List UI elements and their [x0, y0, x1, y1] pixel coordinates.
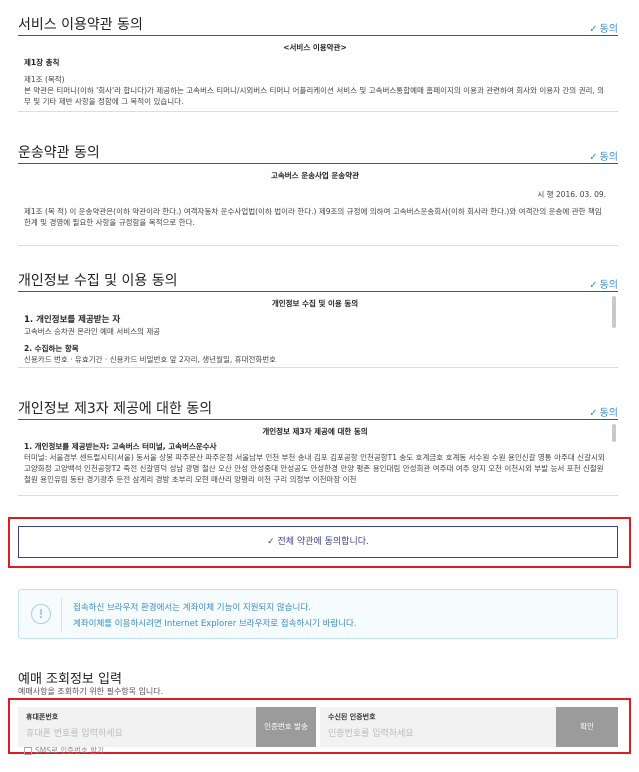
agree-label: 동의 — [599, 24, 618, 35]
code-field: 수신된 인증번호 — [320, 707, 556, 747]
code-input[interactable] — [328, 726, 538, 742]
check-icon: ✓ — [589, 152, 598, 163]
section-header: 개인정보 제3자 제공에 대한 동의 ✓ 동의 — [18, 398, 618, 420]
terms-scroll-box[interactable]: 고속버스 운송사업 운송약관 시 행 2016. 03. 09. 제1조 (목 … — [18, 164, 618, 246]
doc-title: 개인정보 수집 및 이용 동의 — [271, 299, 359, 308]
browser-notice: ! 접속하신 브라우저 환경에서는 계좌이체 기능이 지원되지 않습니다. 계좌… — [18, 589, 618, 639]
item-heading: 2. 수집하는 항목 — [24, 344, 79, 353]
phone-field: 휴대폰번호 — [18, 707, 256, 747]
info-icon: ! — [31, 604, 51, 624]
privacy-collection-section: 개인정보 수집 및 이용 동의 ✓ 동의 개인정보 수집 및 이용 동의 1. 개… — [18, 270, 618, 368]
reservation-title: 예매 조회정보 입력 — [18, 672, 122, 687]
chapter-heading: 제1장 총칙 — [24, 58, 60, 67]
divider — [18, 367, 618, 368]
agree-checkbox[interactable]: ✓ 동의 — [589, 20, 618, 35]
terms-body: 제1조 (목 적) 이 운송약관은(이하 약관이라 한다.) 여객자동차 운수사… — [24, 207, 602, 227]
agree-checkbox[interactable]: ✓ 동의 — [589, 276, 618, 291]
terms-body: 터미널: 서울경부 센트럴시티(서울) 동서울 상봉 파주문산 파주운정 서울남… — [24, 453, 605, 484]
item-heading: 1. 개인정보를 제공받는 자 — [24, 315, 121, 325]
terms-scroll-box[interactable]: 개인정보 수집 및 이용 동의 1. 개인정보를 제공받는 자 고속버스 승차권… — [18, 292, 618, 368]
divider — [18, 111, 618, 112]
doc-title: 고속버스 운송사업 운송약관 — [270, 171, 360, 180]
terms-scroll-box[interactable]: 개인정보 제3자 제공에 대한 동의 1. 개인정보를 제공받는자: 고속버스 … — [18, 420, 618, 496]
agree-checkbox[interactable]: ✓ 동의 — [589, 148, 618, 163]
terms-scroll-box[interactable]: <서비스 이용약관> 제1장 총칙 제1조 (목적) 본 약관은 티머니(이하 … — [18, 36, 618, 112]
phone-input[interactable] — [26, 726, 236, 742]
agree-label: 동의 — [599, 280, 618, 291]
service-terms-section: 서비스 이용약관 동의 ✓ 동의 <서비스 이용약관> 제1장 총칙 제1조 (목… — [18, 14, 618, 112]
transport-terms-section: 운송약관 동의 ✓ 동의 고속버스 운송사업 운송약관 시 행 2016. 03.… — [18, 142, 618, 246]
notice-line: 계좌이체를 이용하시려면 Internet Explorer 브라우저로 접속하… — [73, 619, 357, 629]
sms-label: SMS로 인증번호 받기 — [35, 746, 105, 755]
divider — [18, 495, 618, 496]
section-header: 운송약관 동의 ✓ 동의 — [18, 142, 618, 164]
code-label: 수신된 인증번호 — [328, 713, 376, 721]
terms-body: 본 약관은 티머니(이하 '회사'라 합니다)가 제공하는 고속버스 티머니/시… — [24, 86, 605, 106]
section-header: 서비스 이용약관 동의 ✓ 동의 — [18, 14, 618, 36]
confirm-button[interactable]: 확인 — [556, 707, 618, 747]
agree-checkbox[interactable]: ✓ 동의 — [589, 404, 618, 419]
agree-label: 동의 — [599, 408, 618, 419]
send-code-button[interactable]: 인증번호 발송 — [256, 707, 316, 747]
third-party-section: 개인정보 제3자 제공에 대한 동의 ✓ 동의 개인정보 제3자 제공에 대한 동… — [18, 398, 618, 496]
article-heading: 제1조 (목적) — [24, 75, 65, 84]
divider — [18, 245, 618, 246]
agree-label: 동의 — [599, 152, 618, 163]
item-heading: 1. 개인정보를 제공받는자: 고속버스 터미널, 고속버스운수사 — [24, 442, 217, 451]
doc-title: <서비스 이용약관> — [283, 43, 347, 52]
item-desc: 신용카드 번호 · 유효기간 · 신용카드 비밀번호 앞 2자리, 생년월일, … — [24, 355, 277, 364]
phone-label: 휴대폰번호 — [26, 713, 59, 721]
check-icon: ✓ — [589, 408, 598, 419]
check-icon: ✓ — [589, 24, 598, 35]
divider — [61, 598, 62, 632]
checkbox-icon — [24, 747, 32, 755]
section-title: 운송약관 동의 — [18, 145, 100, 161]
section-title: 서비스 이용약관 동의 — [18, 17, 143, 33]
doc-title: 개인정보 제3자 제공에 대한 동의 — [262, 427, 368, 436]
reservation-subtitle: 예매사항을 조회하기 위한 필수항목 입니다. — [18, 687, 164, 696]
scrollbar[interactable] — [612, 424, 616, 442]
effective-date: 시 행 2016. 03. 09. — [537, 190, 606, 199]
section-header: 개인정보 수집 및 이용 동의 ✓ 동의 — [18, 270, 618, 292]
agree-all-button[interactable]: ✓ 전체 약관에 동의합니다. — [18, 526, 618, 558]
notice-line: 접속하신 브라우저 환경에서는 계좌이체 기능이 지원되지 않습니다. — [73, 603, 311, 613]
section-title: 개인정보 수집 및 이용 동의 — [18, 273, 178, 289]
item-desc: 고속버스 승차권 온라인 예매 서비스의 제공 — [24, 327, 161, 336]
scrollbar[interactable] — [612, 296, 616, 328]
check-icon: ✓ — [589, 280, 598, 291]
sms-option[interactable]: SMS로 인증번호 받기 — [24, 745, 104, 756]
section-title: 개인정보 제3자 제공에 대한 동의 — [18, 401, 213, 417]
